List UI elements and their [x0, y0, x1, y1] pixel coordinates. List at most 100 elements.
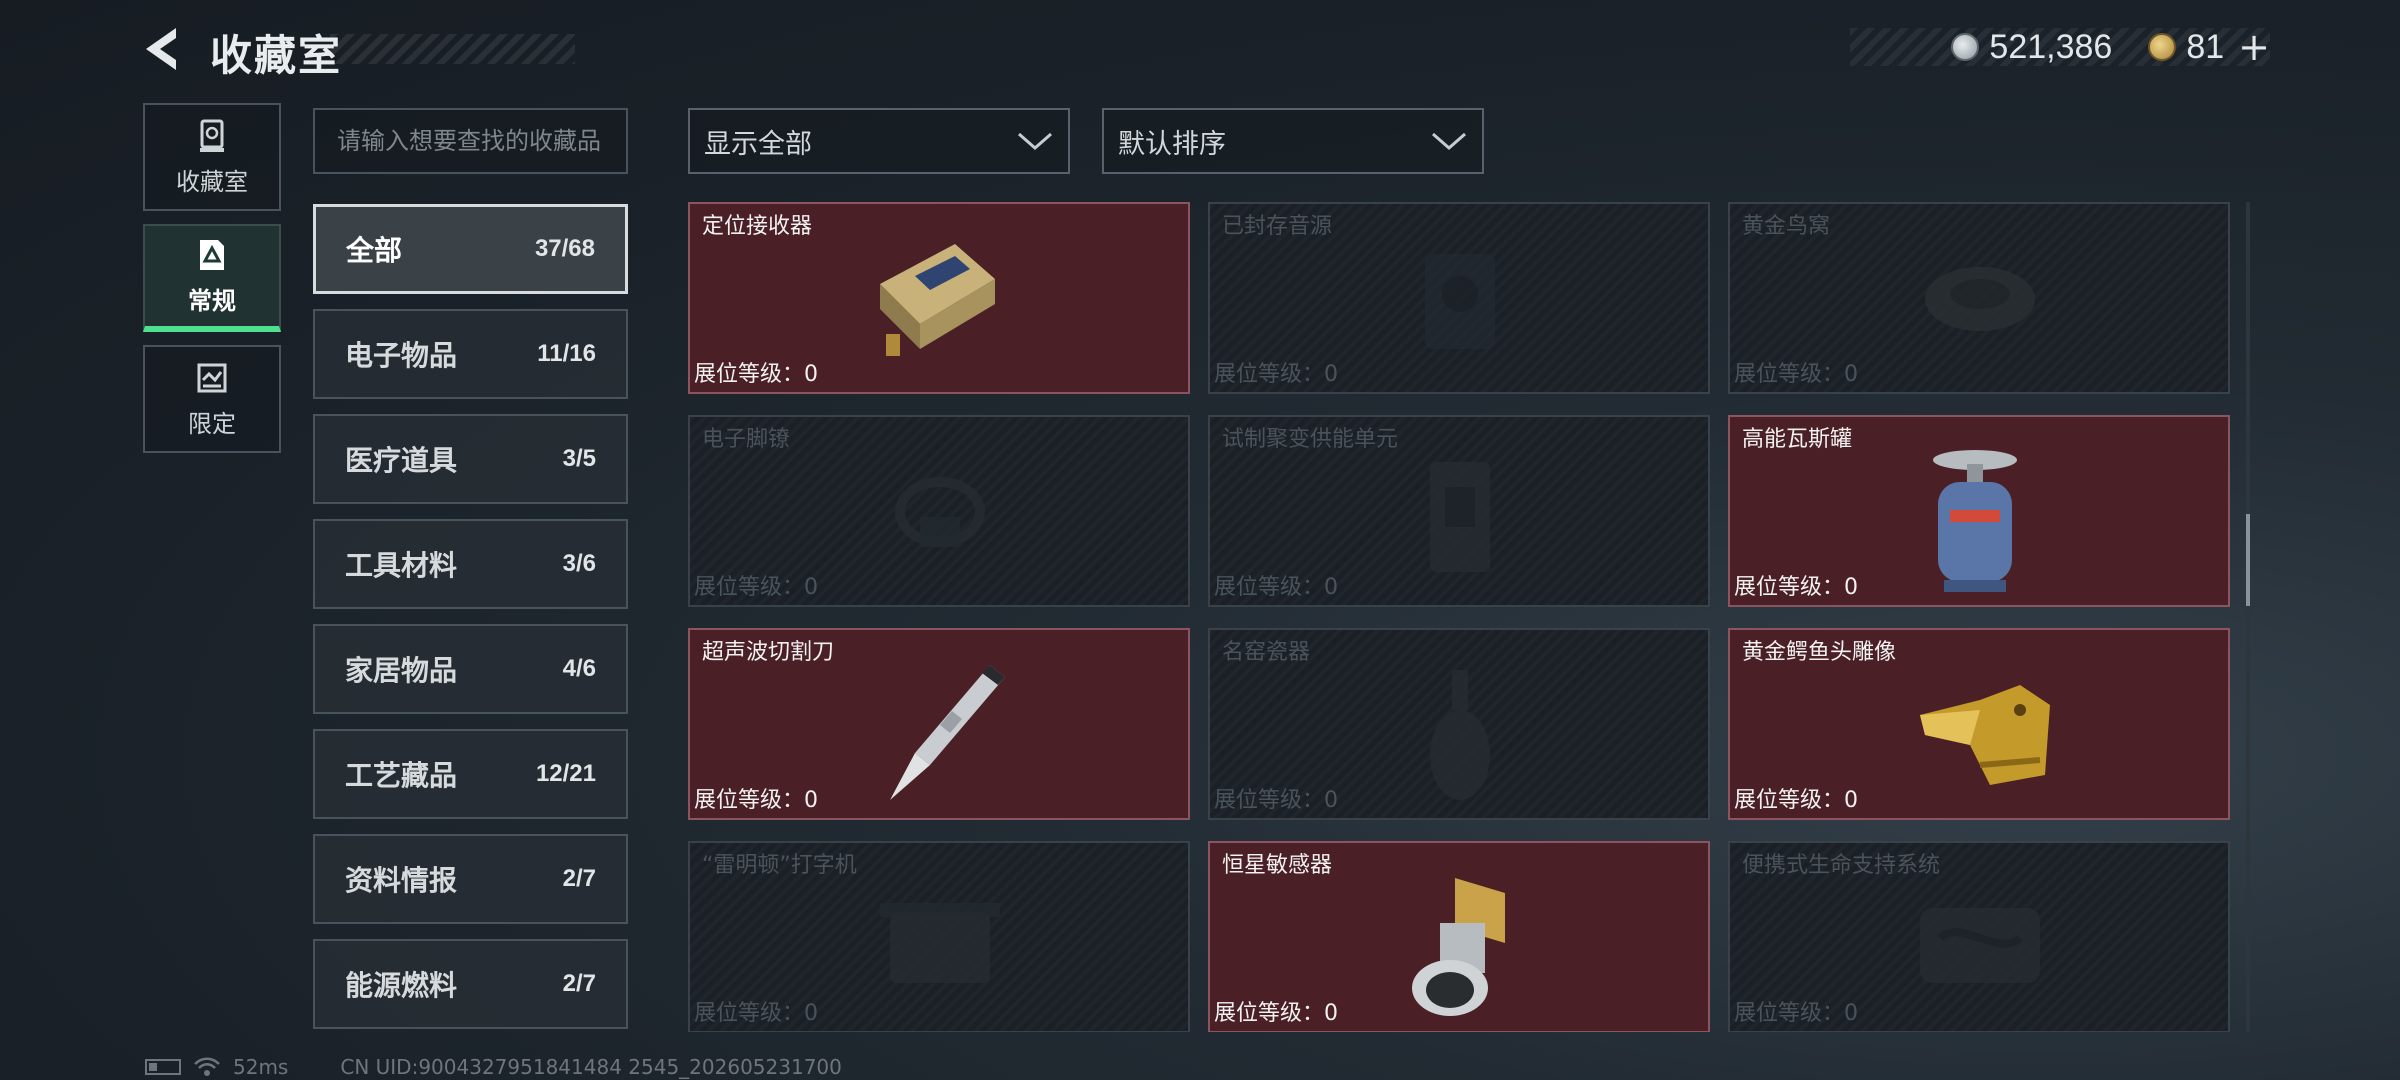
item-card[interactable]: 恒星敏感器 展位等级：0 [1208, 841, 1710, 1032]
category-count: 3/5 [562, 445, 596, 472]
item-card[interactable]: “雷明顿”打字机 展位等级：0 [688, 841, 1190, 1032]
grid-scrollbar[interactable] [2246, 202, 2250, 1032]
item-name: 试制聚变供能单元 [1222, 427, 1399, 452]
category-name: 资料情报 [345, 864, 458, 897]
category-intel[interactable]: 资料情报 2/7 [313, 834, 628, 924]
item-card[interactable]: 黄金鸟窝 展位等级：0 [1728, 202, 2230, 394]
add-currency-button[interactable]: + [2238, 25, 2270, 69]
category-name: 电子物品 [345, 339, 458, 372]
item-name: 名窑瓷器 [1222, 640, 1311, 665]
item-display-level: 展位等级：0 [1734, 362, 1858, 387]
display-filter-label: 显示全部 [704, 128, 812, 160]
category-name: 工艺藏品 [345, 759, 458, 792]
back-arrow-icon [146, 28, 176, 70]
item-name: 已封存音源 [1222, 214, 1333, 239]
ankle-monitor-icon [895, 477, 985, 547]
golden-nest-icon [1925, 267, 2035, 331]
item-display-level: 展位等级：0 [694, 1001, 818, 1026]
item-card[interactable]: 高能瓦斯罐 展位等级：0 [1728, 415, 2230, 607]
item-display-level: 展位等级：0 [1214, 575, 1338, 600]
item-card[interactable]: 黄金鳄鱼头雕像 展位等级：0 [1728, 628, 2230, 820]
item-display-level: 展位等级：0 [694, 575, 818, 600]
item-card[interactable]: 名窑瓷器 展位等级：0 [1208, 628, 1710, 820]
category-home[interactable]: 家居物品 4/6 [313, 624, 628, 714]
item-name: 便携式生命支持系统 [1742, 853, 1941, 878]
category-count: 37/68 [534, 235, 595, 262]
item-name: “雷明顿”打字机 [702, 853, 857, 878]
item-display-level: 展位等级：0 [1734, 1001, 1858, 1026]
category-list: 全部 37/68 电子物品 11/16 医疗道具 3/5 工具材料 3/6 家居… [313, 204, 628, 1044]
category-count: 2/7 [562, 970, 596, 997]
category-tools[interactable]: 工具材料 3/6 [313, 519, 628, 609]
regular-icon [200, 239, 224, 270]
sort-label: 默认排序 [1118, 128, 1226, 160]
star-sensor-icon [1412, 878, 1505, 1016]
category-fuel[interactable]: 能源燃料 2/7 [313, 939, 628, 1029]
item-display-level: 展位等级：0 [1214, 788, 1338, 813]
item-display-level: 展位等级：0 [694, 788, 818, 813]
fusion-unit-icon [1430, 462, 1490, 572]
category-count: 4/6 [562, 655, 596, 682]
category-count: 3/6 [562, 550, 596, 577]
item-card[interactable]: 便携式生命支持系统 展位等级：0 [1728, 841, 2230, 1032]
silver-currency-value: 521,386 [1989, 27, 2113, 66]
category-name: 工具材料 [345, 549, 458, 582]
nav-collection-room[interactable]: 收藏室 [143, 103, 281, 211]
item-name: 恒星敏感器 [1222, 853, 1333, 878]
item-name: 黄金鸟窝 [1742, 214, 1831, 239]
category-electronics[interactable]: 电子物品 11/16 [313, 309, 628, 399]
status-footer: 52ms CN UID:9004327951841484 2545_202605… [145, 1054, 842, 1080]
limited-icon [197, 363, 227, 392]
item-display-level: 展位等级：0 [694, 362, 818, 387]
nav-limited[interactable]: 限定 [143, 345, 281, 453]
ping-value: 52ms [233, 1055, 289, 1079]
category-name: 全部 [346, 234, 403, 267]
category-medical[interactable]: 医疗道具 3/5 [313, 414, 628, 504]
back-button[interactable] [140, 24, 190, 74]
category-name: 家居物品 [345, 654, 458, 687]
item-name: 高能瓦斯罐 [1742, 427, 1853, 452]
category-count: 2/7 [562, 865, 596, 892]
category-all[interactable]: 全部 37/68 [313, 204, 628, 294]
item-card[interactable]: 电子脚镣 展位等级：0 [688, 415, 1190, 607]
porcelain-vase-icon [1430, 670, 1490, 800]
category-count: 11/16 [537, 340, 596, 367]
item-name: 超声波切割刀 [702, 640, 835, 665]
nav-label: 限定 [188, 409, 236, 438]
item-card[interactable]: 超声波切割刀 展位等级：0 [688, 628, 1190, 820]
scrollbar-thumb[interactable] [2246, 514, 2250, 606]
item-card[interactable]: 已封存音源 展位等级：0 [1208, 202, 1710, 394]
item-name: 定位接收器 [702, 214, 813, 239]
category-crafts[interactable]: 工艺藏品 12/21 [313, 729, 628, 819]
silver-coin-icon [1951, 33, 1980, 61]
ultrasonic-knife-icon [890, 665, 1005, 800]
gas-tank-icon [1933, 450, 2017, 592]
chevron-down-icon [1432, 132, 1466, 150]
typewriter-icon [880, 903, 1000, 983]
item-display-level: 展位等级：0 [1214, 1001, 1338, 1026]
nav-regular[interactable]: 常规 [143, 224, 281, 332]
nav-label: 常规 [188, 286, 236, 315]
item-card[interactable]: 试制聚变供能单元 展位等级：0 [1208, 415, 1710, 607]
category-name: 医疗道具 [345, 444, 458, 477]
search-input[interactable] [313, 108, 628, 174]
gold-crocodile-icon [1920, 685, 2050, 785]
collection-grid: 定位接收器 展位等级：0 已封存音源 展位等级：0 黄金鸟窝 展位等级：0 电子… [688, 202, 2233, 1032]
receiver-icon [880, 244, 995, 356]
chevron-down-icon [1018, 132, 1052, 150]
category-count: 12/21 [535, 760, 596, 787]
item-card[interactable]: 定位接收器 展位等级：0 [688, 202, 1190, 394]
life-support-icon [1920, 908, 2040, 983]
item-display-level: 展位等级：0 [1214, 362, 1338, 387]
item-display-level: 展位等级：0 [1734, 788, 1858, 813]
item-display-level: 展位等级：0 [1734, 575, 1858, 600]
category-name: 能源燃料 [345, 969, 458, 1002]
user-uid: CN UID:9004327951841484 2545_20260523170… [340, 1055, 842, 1079]
display-filter-dropdown[interactable]: 显示全部 [688, 108, 1070, 174]
collection-room-icon [200, 119, 224, 152]
item-name: 黄金鳄鱼头雕像 [1742, 640, 1897, 665]
sort-dropdown[interactable]: 默认排序 [1102, 108, 1484, 174]
page-title: 收藏室 [210, 31, 343, 80]
currency-bar: 521,386 81 + [1850, 25, 2270, 69]
gold-coin-icon [2148, 33, 2177, 61]
